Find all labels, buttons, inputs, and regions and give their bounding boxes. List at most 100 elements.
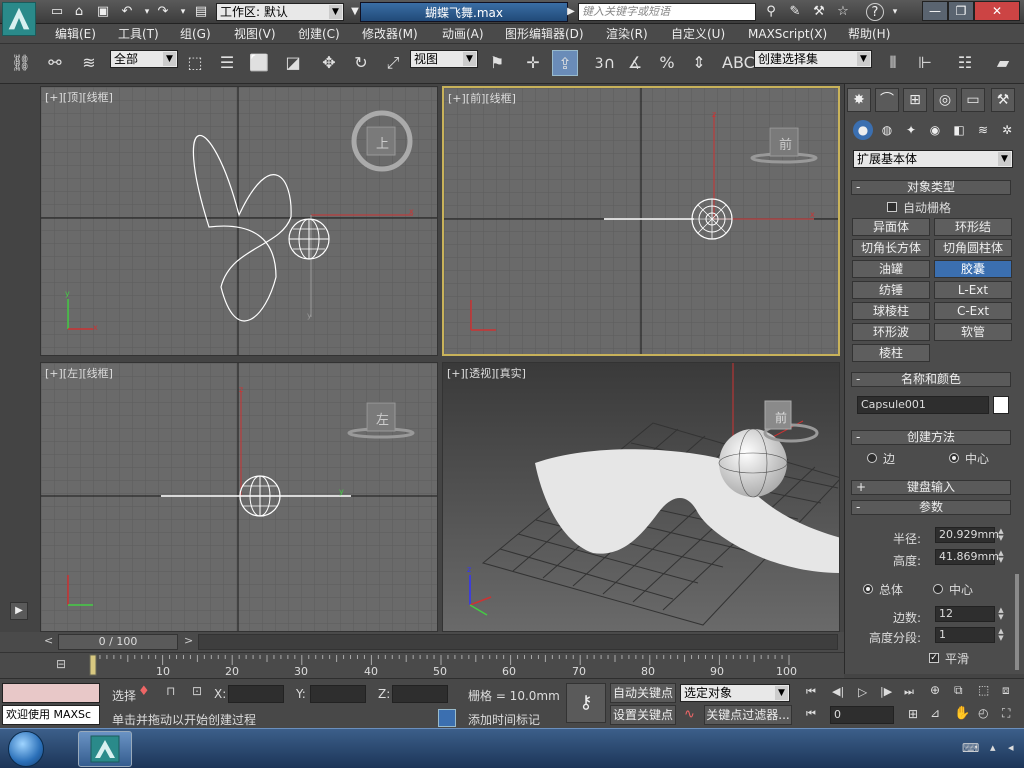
absolute-mode-icon[interactable]: ⊡ bbox=[192, 684, 208, 700]
menu-create[interactable]: 创建(C) bbox=[298, 26, 340, 42]
close-button[interactable]: ✕ bbox=[974, 1, 1020, 21]
align-icon[interactable]: ⊩ bbox=[912, 50, 938, 76]
tangent-icon[interactable]: ∿ bbox=[684, 707, 695, 722]
creation-center-radio[interactable] bbox=[949, 453, 959, 463]
cameras-icon[interactable]: ◉ bbox=[925, 120, 945, 140]
height-segs-spinner[interactable]: 1 ▲ ▼ bbox=[935, 627, 1004, 643]
object-btn-ringwave[interactable]: 环形波 bbox=[852, 323, 930, 341]
object-btn-c-ext[interactable]: C-Ext bbox=[934, 302, 1012, 320]
time-tag-icon[interactable] bbox=[438, 709, 456, 727]
maxscript-mini-listener-pink[interactable] bbox=[2, 683, 100, 703]
isolate-icon[interactable]: ♦ bbox=[138, 684, 154, 700]
snap-icon[interactable]: 3∩ bbox=[592, 50, 618, 76]
zoom-icon[interactable]: ⊕ bbox=[930, 683, 948, 701]
height-spinner[interactable]: 41.869mm ▲ ▼ bbox=[935, 549, 1004, 565]
select-object-icon[interactable]: ⬚ bbox=[182, 50, 208, 76]
creation-method-rollout[interactable]: - 创建方法 bbox=[851, 430, 1011, 445]
menu-views[interactable]: 视图(V) bbox=[234, 26, 276, 42]
bind-spacewarp-icon[interactable]: ≋ bbox=[76, 50, 102, 76]
menu-modifiers[interactable]: 修改器(M) bbox=[362, 26, 418, 42]
angle-snap-icon[interactable]: ∡ bbox=[622, 50, 648, 76]
viewcube-left-label[interactable]: 左 bbox=[376, 409, 389, 428]
link-icon[interactable]: ⛓ bbox=[8, 50, 34, 76]
motion-tab-icon[interactable]: ◎ bbox=[933, 88, 957, 112]
percent-snap-icon[interactable]: % bbox=[654, 50, 680, 76]
menu-edit[interactable]: 编辑(E) bbox=[55, 26, 96, 42]
menu-rendering[interactable]: 渲染(R) bbox=[606, 26, 648, 42]
time-slider-track[interactable] bbox=[198, 634, 838, 650]
geometry-icon[interactable]: ● bbox=[853, 120, 873, 140]
parameters-rollout[interactable]: - 参数 bbox=[851, 500, 1011, 515]
object-name-input[interactable]: Capsule001 bbox=[857, 396, 989, 414]
pan-icon[interactable]: ✋ bbox=[954, 706, 972, 724]
start-button[interactable] bbox=[8, 731, 44, 767]
autogrid-checkbox[interactable] bbox=[887, 202, 897, 212]
new-file-icon[interactable]: ▭ bbox=[48, 3, 66, 21]
menu-customize[interactable]: 自定义(U) bbox=[671, 26, 725, 42]
menu-help[interactable]: 帮助(H) bbox=[848, 26, 890, 42]
creation-edge-radio[interactable] bbox=[867, 453, 877, 463]
y-coord-field[interactable] bbox=[310, 685, 366, 703]
prev-frame-icon[interactable]: ◀| bbox=[832, 685, 848, 701]
menu-tools[interactable]: 工具(T) bbox=[118, 26, 159, 42]
move-icon[interactable]: ✥ bbox=[316, 50, 342, 76]
selection-filter-select[interactable]: 全部 ▼ bbox=[110, 50, 178, 68]
select-by-name-icon[interactable]: ☰ bbox=[214, 50, 240, 76]
track-bar[interactable]: ⊟ 10 20 30 40 50 60 70 80 90 100 bbox=[0, 652, 844, 678]
key-filters-button[interactable]: 关键点过滤器... bbox=[704, 705, 792, 725]
project-folder-icon[interactable]: ▤ bbox=[192, 3, 210, 21]
keyboard-tray-icon[interactable]: ⌨ bbox=[962, 741, 980, 755]
favorites-icon[interactable]: ☆ bbox=[834, 3, 852, 21]
shapes-icon[interactable]: ◍ bbox=[877, 120, 897, 140]
smooth-checkbox[interactable]: ✓ bbox=[929, 653, 939, 663]
reference-coord-select[interactable]: 视图 ▼ bbox=[410, 50, 478, 68]
app-logo-icon[interactable] bbox=[2, 2, 36, 36]
object-btn-spindle[interactable]: 纺锤 bbox=[852, 281, 930, 299]
maxscript-mini-listener[interactable]: 欢迎使用 MAXSc bbox=[2, 705, 100, 725]
radius-spinner[interactable]: 20.929mm ▲ ▼ bbox=[935, 527, 1004, 543]
x-coord-field[interactable] bbox=[228, 685, 284, 703]
display-tab-icon[interactable]: ▭ bbox=[961, 88, 985, 112]
object-btn-l-ext[interactable]: L-Ext bbox=[934, 281, 1012, 299]
key-mode-toggle-icon[interactable]: ⏮ bbox=[806, 707, 822, 723]
time-prev-button[interactable]: < bbox=[44, 634, 58, 650]
object-btn-gengon[interactable]: 球棱柱 bbox=[852, 302, 930, 320]
menu-group[interactable]: 组(G) bbox=[180, 26, 211, 42]
select-manipulate-icon[interactable]: ✛ bbox=[520, 50, 546, 76]
maximize-viewport-icon[interactable]: ⛶ bbox=[1002, 706, 1020, 724]
name-color-rollout[interactable]: - 名称和颜色 bbox=[851, 372, 1011, 387]
menu-animation[interactable]: 动画(A) bbox=[442, 26, 484, 42]
redo-dropdown-icon[interactable]: ▾ bbox=[174, 3, 192, 21]
hierarchy-tab-icon[interactable]: ⊞ bbox=[903, 88, 927, 112]
orbit-icon[interactable]: ◴ bbox=[978, 706, 996, 724]
spinner-arrows-icon[interactable]: ▲ ▼ bbox=[996, 628, 1006, 642]
time-next-button[interactable]: > bbox=[184, 634, 198, 650]
viewport-perspective[interactable]: [+][透视][真实] 前 z bbox=[442, 362, 840, 632]
time-slider-thumb[interactable]: 0 / 100 bbox=[58, 634, 178, 650]
spinner-arrows-icon[interactable]: ▲ ▼ bbox=[996, 528, 1006, 542]
command-panel-scrollbar[interactable] bbox=[1015, 574, 1019, 670]
object-btn-chamfer-box[interactable]: 切角长方体 bbox=[852, 239, 930, 257]
keyboard-entry-rollout[interactable]: + 键盘输入 bbox=[851, 480, 1011, 495]
object-btn-torus-knot[interactable]: 环形结 bbox=[934, 218, 1012, 236]
fov-icon[interactable]: ⊿ bbox=[930, 706, 948, 724]
communication-icon[interactable]: ⚒ bbox=[810, 3, 828, 21]
redo-icon[interactable]: ↷ bbox=[154, 3, 172, 21]
lights-icon[interactable]: ✦ bbox=[901, 120, 921, 140]
systems-icon[interactable]: ✲ bbox=[997, 120, 1017, 140]
set-key-mode-icon[interactable]: ⚷ bbox=[566, 683, 606, 723]
spinner-arrows-icon[interactable]: ▲ ▼ bbox=[996, 607, 1006, 621]
network-tray-icon[interactable]: ▴ bbox=[990, 741, 1004, 755]
spacewarps-icon[interactable]: ≋ bbox=[973, 120, 993, 140]
utilities-tab-icon[interactable]: ⚒ bbox=[991, 88, 1015, 112]
set-key-button[interactable]: 设置关键点 bbox=[610, 705, 676, 725]
height-center-radio[interactable] bbox=[933, 584, 943, 594]
workspace-select[interactable]: 工作区: 默认 ▼ bbox=[216, 3, 344, 21]
binoculars-icon[interactable]: ⚲ bbox=[762, 3, 780, 21]
spinner-snap-icon[interactable]: ⇕ bbox=[686, 50, 712, 76]
save-file-icon[interactable]: ▣ bbox=[94, 3, 112, 21]
scale-icon[interactable]: ⤢ bbox=[380, 50, 406, 76]
pivot-icon[interactable]: ⚑ bbox=[484, 50, 510, 76]
mirror-icon[interactable]: ⫴ bbox=[880, 50, 906, 76]
subscription-icon[interactable]: ✎ bbox=[786, 3, 804, 21]
